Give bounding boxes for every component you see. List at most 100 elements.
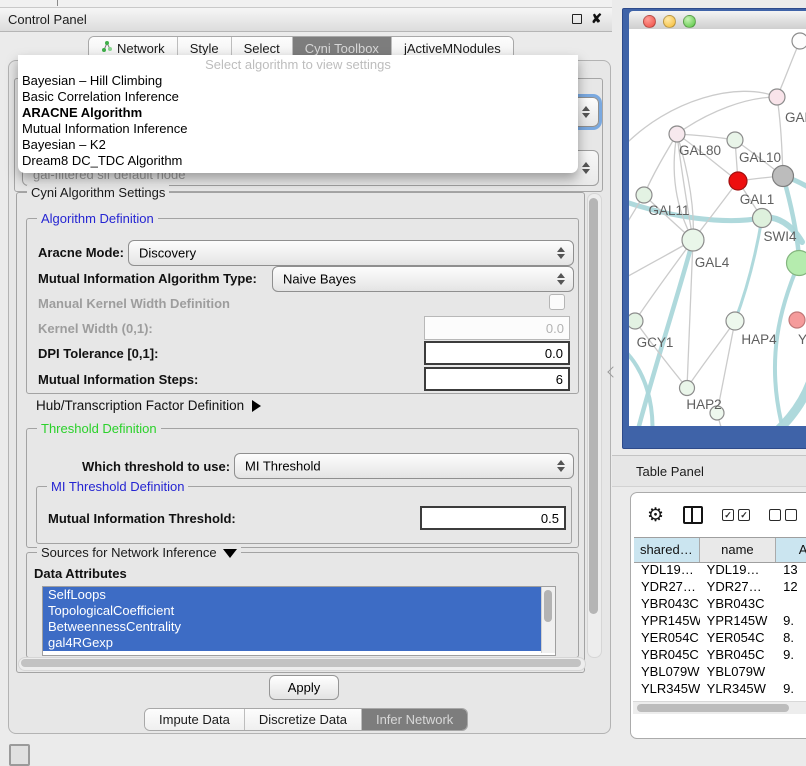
attribute-item[interactable]: TopologicalCoefficient xyxy=(43,603,555,619)
network-node[interactable] xyxy=(636,187,652,203)
sources-title[interactable]: Sources for Network Inference xyxy=(37,545,241,560)
kernel-width-field[interactable]: 0.0 xyxy=(424,316,570,340)
manual-kernel-checkbox[interactable] xyxy=(549,294,565,310)
which-threshold-label: Which threshold to use: xyxy=(82,459,230,474)
network-node-label: Y xyxy=(798,332,806,347)
network-node-label: GAL80 xyxy=(679,143,721,158)
minimize-traffic-light-icon[interactable] xyxy=(663,15,676,28)
dpi-tolerance-field[interactable]: 0.0 xyxy=(424,341,570,365)
network-node[interactable] xyxy=(773,166,794,187)
network-edge[interactable] xyxy=(735,218,762,321)
aracne-mode-combo[interactable]: Discovery xyxy=(128,240,574,266)
tab-discretize-data[interactable]: Discretize Data xyxy=(245,709,362,730)
network-view-canvas[interactable]: GALGAL80GAL10GAL1GAL11SWI4GAL4GCY1HAP4YH… xyxy=(629,29,806,426)
scrollbar-thumb[interactable] xyxy=(637,704,789,712)
settings-vertical-scrollbar[interactable] xyxy=(587,193,602,658)
mi-steps-field[interactable]: 6 xyxy=(424,367,570,391)
algorithm-option[interactable]: Dream8 DC_TDC Algorithm xyxy=(18,153,578,169)
network-window-titlebar[interactable] xyxy=(629,11,806,30)
algorithm-option[interactable]: Bayesian – Hill Climbing xyxy=(18,73,578,89)
attribute-item[interactable]: SelfLoops xyxy=(43,587,555,603)
network-edge[interactable] xyxy=(677,97,777,134)
scrollbar-thumb[interactable] xyxy=(589,198,598,614)
table-panel-title: Table Panel xyxy=(636,464,704,479)
close-traffic-light-icon[interactable] xyxy=(643,15,656,28)
table-row[interactable]: YBL079WYBL079W xyxy=(634,663,806,680)
apply-button[interactable]: Apply xyxy=(269,675,339,700)
network-node[interactable] xyxy=(753,209,772,228)
table-cell: YBR043C xyxy=(700,595,777,612)
network-edge[interactable] xyxy=(783,176,799,257)
network-node[interactable] xyxy=(680,381,695,396)
network-edge[interactable] xyxy=(635,240,693,321)
tab-impute-data[interactable]: Impute Data xyxy=(145,709,245,730)
table-row[interactable]: YBR045CYBR045C9. xyxy=(634,646,806,663)
table-row[interactable]: YDL19…YDL19…13 xyxy=(634,561,806,578)
table-row[interactable]: YER054CYER054C8. xyxy=(634,629,806,646)
attribute-item[interactable]: BetweennessCentrality xyxy=(43,619,555,635)
table-cell: YBR043C xyxy=(634,595,700,612)
which-threshold-combo[interactable]: MI Threshold xyxy=(234,453,574,479)
tab-infer-network[interactable]: Infer Network xyxy=(362,709,467,730)
table-row[interactable]: YLR345WYLR345W9. xyxy=(634,680,806,693)
table-row[interactable]: YDR27…YDR27…12 xyxy=(634,578,806,595)
table-panel-titlebar: Table Panel xyxy=(612,455,806,487)
columns-icon[interactable] xyxy=(683,506,703,524)
network-node[interactable] xyxy=(726,312,744,330)
table-cell: YER054C xyxy=(700,629,777,646)
table-row[interactable]: YBR043CYBR043C xyxy=(634,595,806,612)
algorithm-option[interactable]: Mutual Information Inference xyxy=(18,121,578,137)
attributes-scrollbar[interactable] xyxy=(541,587,555,653)
network-edge[interactable] xyxy=(677,134,735,140)
table-cell: YDL19… xyxy=(700,561,777,578)
network-node[interactable] xyxy=(727,132,743,148)
network-node[interactable] xyxy=(787,251,806,276)
float-window-icon[interactable] xyxy=(572,14,582,24)
network-node[interactable] xyxy=(629,313,643,329)
tab-label: Style xyxy=(190,41,219,56)
collapsed-panel-icon[interactable] xyxy=(9,744,30,766)
mi-threshold-field[interactable]: 0.5 xyxy=(420,506,566,530)
tab-label: Network xyxy=(117,41,165,56)
attribute-item[interactable]: gal4RGexp xyxy=(43,635,555,651)
select-all-columns-icon[interactable]: ✓✓ xyxy=(722,509,750,521)
network-node[interactable] xyxy=(669,126,685,142)
close-icon[interactable]: ✘ xyxy=(591,12,602,25)
mi-type-combo[interactable]: Naive Bayes xyxy=(272,266,574,292)
table-column-header[interactable]: shared… xyxy=(634,538,700,562)
settings-horizontal-scrollbar[interactable] xyxy=(18,657,586,671)
table-row[interactable]: YPR145WYPR145W9. xyxy=(634,612,806,629)
network-node[interactable] xyxy=(682,229,704,251)
table-cell: 8. xyxy=(776,629,806,646)
network-node[interactable] xyxy=(789,312,805,328)
kernel-width-label: Kernel Width (0,1): xyxy=(38,321,153,336)
algorithm-option[interactable]: Basic Correlation Inference xyxy=(18,89,578,105)
table-cell: 13 xyxy=(776,561,806,578)
zoom-traffic-light-icon[interactable] xyxy=(683,15,696,28)
network-edge[interactable] xyxy=(644,134,677,195)
combo-spinner-icon xyxy=(582,106,590,118)
table-cell: YBL079W xyxy=(700,663,777,680)
hub-definition-label[interactable]: Hub/Transcription Factor Definition xyxy=(36,398,261,413)
algorithm-option[interactable]: Bayesian – K2 xyxy=(18,137,578,153)
network-node[interactable] xyxy=(729,172,747,190)
manual-kernel-label: Manual Kernel Width Definition xyxy=(38,296,230,311)
algorithm-option[interactable]: ARACNE Algorithm xyxy=(18,105,578,121)
table-column-header[interactable]: name xyxy=(700,538,776,562)
scrollbar-thumb[interactable] xyxy=(21,659,581,667)
network-edge[interactable] xyxy=(775,263,799,421)
scrollbar-thumb[interactable] xyxy=(544,590,552,622)
table-column-header[interactable]: A xyxy=(776,538,806,562)
deselect-all-columns-icon[interactable] xyxy=(769,509,797,521)
network-edge[interactable] xyxy=(639,240,693,426)
network-icon xyxy=(101,40,113,56)
network-node[interactable] xyxy=(769,89,785,105)
combo-spinner-icon xyxy=(582,162,590,174)
network-node[interactable] xyxy=(792,33,806,49)
table-cell: YLR345W xyxy=(700,680,777,693)
gear-icon[interactable]: ⚙ xyxy=(647,506,664,525)
network-edge[interactable] xyxy=(777,41,800,97)
collapse-down-icon xyxy=(223,549,237,558)
network-node-label: SWI4 xyxy=(763,229,796,244)
table-horizontal-scrollbar[interactable] xyxy=(633,701,806,714)
